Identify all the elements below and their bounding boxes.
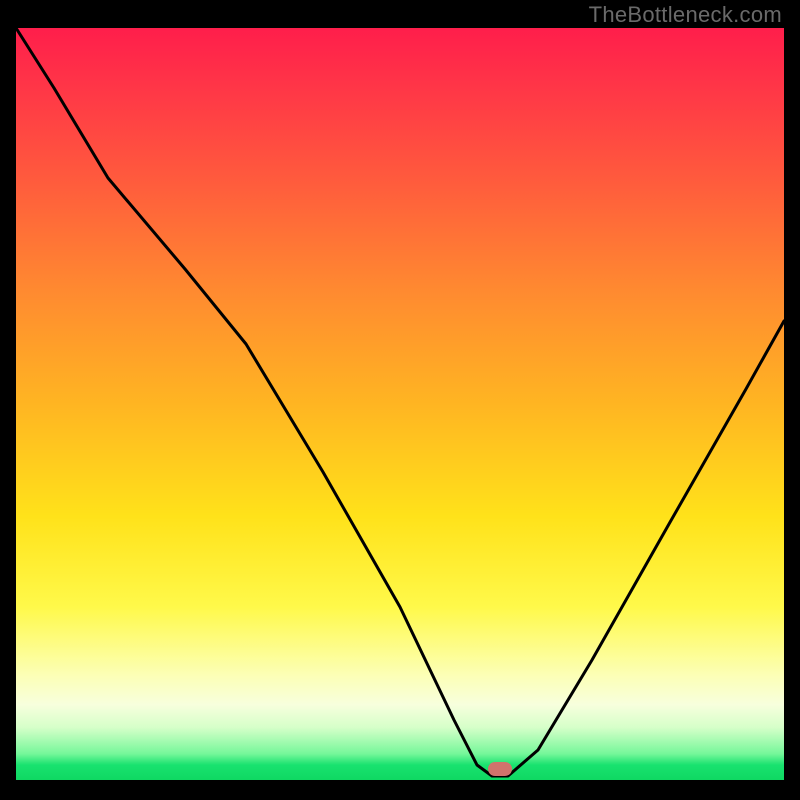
chart-frame: TheBottleneck.com [0,0,800,800]
bottleneck-curve [16,28,784,776]
watermark-text: TheBottleneck.com [589,2,782,28]
plot-area [16,28,784,780]
curve-layer [16,28,784,780]
optimum-marker [488,762,512,776]
